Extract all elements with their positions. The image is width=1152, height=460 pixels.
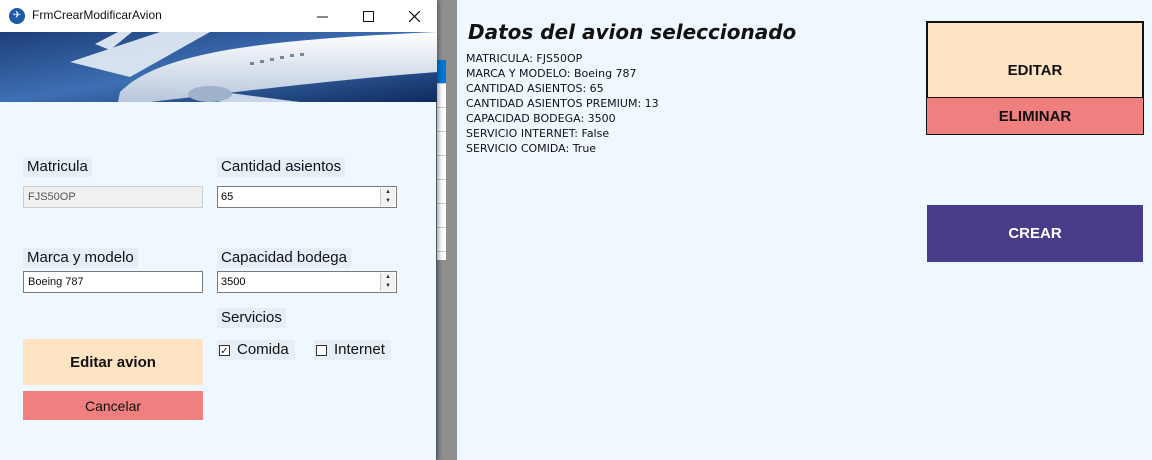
grid-row[interactable] [437, 156, 446, 180]
airplane-banner-image [0, 32, 437, 102]
detail-capacidad-bodega: CAPACIDAD BODEGA: 3500 [466, 112, 616, 125]
matricula-label: Matricula [23, 157, 92, 177]
capacidad-bodega-label: Capacidad bodega [217, 248, 351, 268]
spin-buttons[interactable]: ▲ ▼ [380, 188, 395, 206]
spin-buttons[interactable]: ▲ ▼ [380, 273, 395, 291]
grid-row[interactable] [437, 108, 446, 132]
minimize-icon [316, 16, 328, 17]
detail-servicio-internet: SERVICIO INTERNET: False [466, 127, 610, 140]
grid-row-selected[interactable] [437, 60, 446, 84]
title-bar[interactable]: ✈ FrmCrearModificarAvion [0, 0, 437, 32]
plane-icon: ✈ [9, 8, 25, 24]
detail-matricula: MATRICULA: FJS50OP [466, 52, 583, 65]
checkbox-checked-icon[interactable]: ✓ [219, 344, 230, 357]
selected-aircraft-heading: Datos del avion seleccionado [468, 20, 797, 44]
maximize-icon [362, 10, 374, 22]
window-title: FrmCrearModificarAvion [32, 8, 162, 22]
grid-row[interactable] [437, 132, 446, 156]
detail-marca-modelo: MARCA Y MODELO: Boeing 787 [466, 67, 637, 80]
servicios-label: Servicios [217, 308, 286, 328]
capacidad-bodega-stepper[interactable]: 3500 ▲ ▼ [217, 271, 397, 293]
detail-servicio-comida: SERVICIO COMIDA: True [466, 142, 597, 155]
aircraft-grid-column[interactable] [437, 60, 446, 260]
detail-asientos-premium: CANTIDAD ASIENTOS PREMIUM: 13 [466, 97, 659, 110]
editar-avion-button[interactable]: Editar avion [23, 339, 203, 385]
comida-checkbox[interactable]: ✓ Comida [217, 340, 295, 360]
comida-label: Comida [237, 341, 289, 358]
aircraft-details: MATRICULA: FJS50OP MARCA Y MODELO: Boein… [466, 51, 659, 156]
spin-down-icon[interactable]: ▼ [381, 282, 395, 291]
spin-down-icon[interactable]: ▼ [381, 197, 395, 206]
cancelar-button[interactable]: Cancelar [23, 391, 203, 420]
crear-button[interactable]: CREAR [927, 205, 1143, 262]
minimize-button[interactable] [299, 0, 345, 32]
close-button[interactable] [391, 0, 437, 32]
marca-modelo-field[interactable]: Boeing 787 [23, 271, 203, 293]
capacidad-bodega-value: 3500 [221, 276, 246, 288]
grid-row[interactable] [437, 204, 446, 228]
cantidad-asientos-stepper[interactable]: 65 ▲ ▼ [217, 186, 397, 208]
internet-checkbox[interactable]: Internet [314, 340, 391, 360]
grid-row[interactable] [437, 228, 446, 252]
cantidad-asientos-value: 65 [221, 191, 234, 203]
marca-modelo-label: Marca y modelo [23, 248, 138, 268]
close-icon [408, 10, 420, 22]
crear-modificar-avion-dialog: ✈ FrmCrearModificarAvion Matricula FJS50… [0, 0, 437, 460]
matricula-field[interactable]: FJS50OP [23, 186, 203, 208]
eliminar-button[interactable]: ELIMINAR [926, 97, 1144, 135]
grid-row[interactable] [437, 180, 446, 204]
grid-row[interactable] [437, 84, 446, 108]
checkbox-unchecked-icon[interactable] [316, 344, 327, 356]
cantidad-asientos-label: Cantidad asientos [217, 157, 346, 177]
detail-cantidad-asientos: CANTIDAD ASIENTOS: 65 [466, 82, 604, 95]
maximize-button[interactable] [345, 0, 391, 32]
internet-label: Internet [334, 341, 385, 358]
